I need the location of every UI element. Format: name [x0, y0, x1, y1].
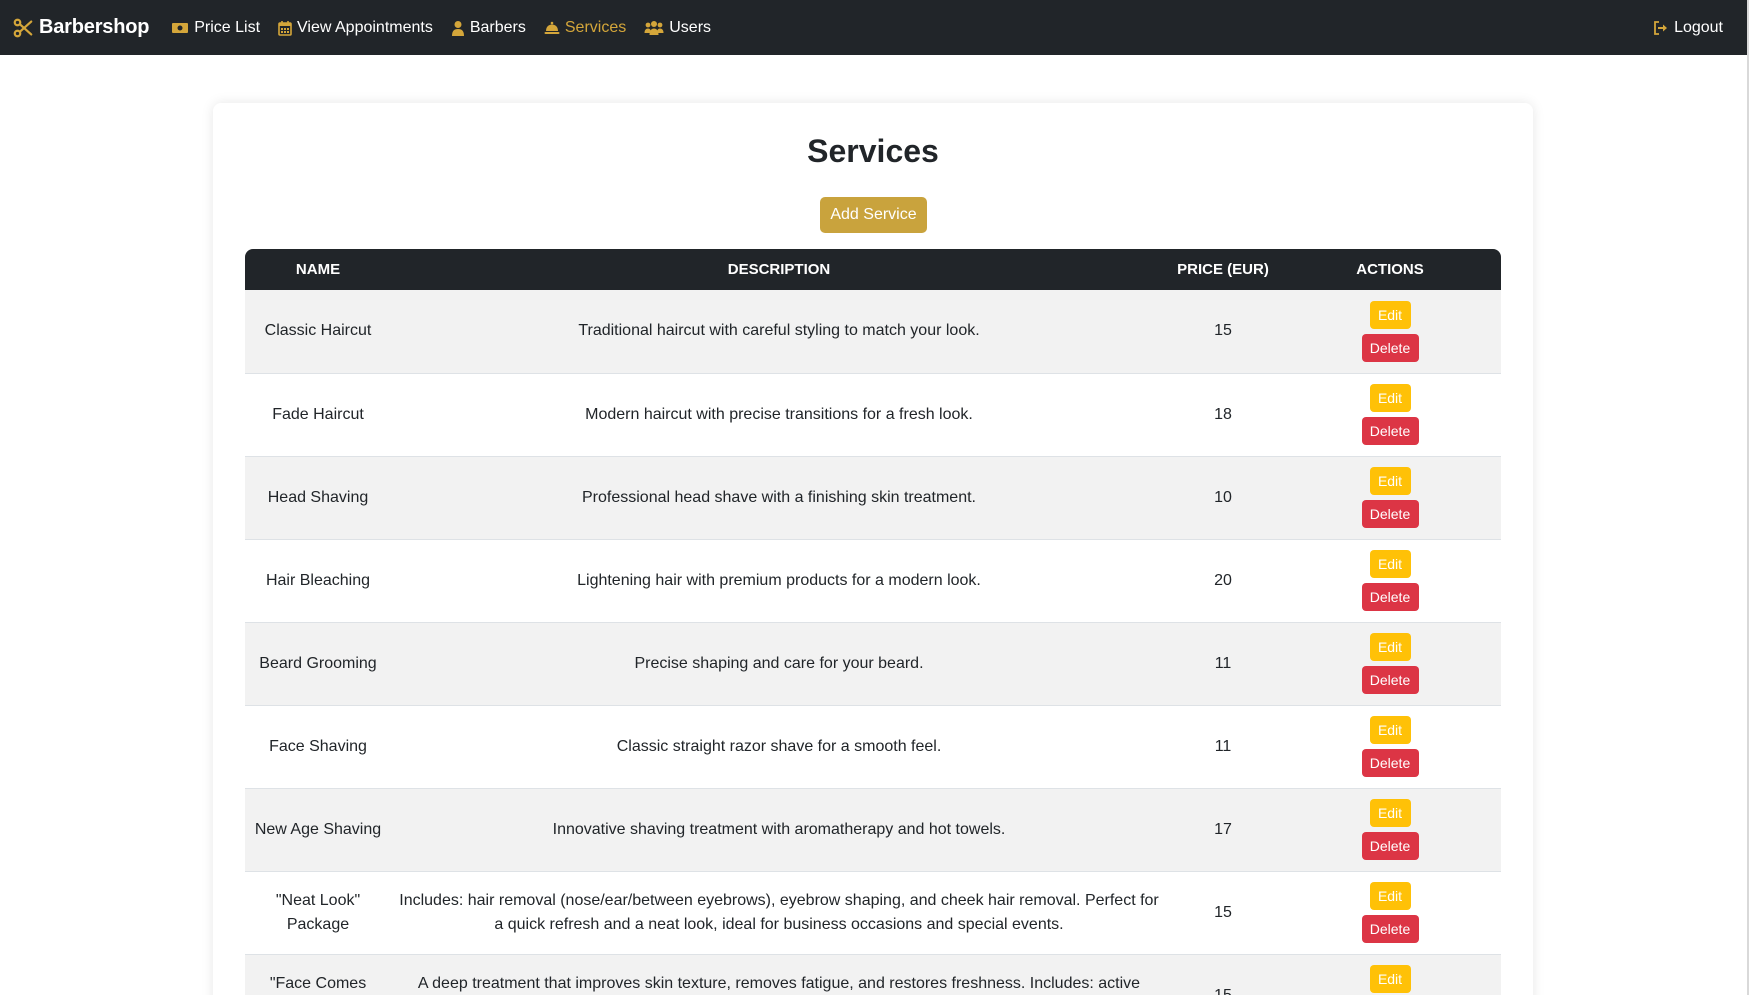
- service-name: Hair Bleaching: [245, 539, 391, 623]
- service-name: "Face Comes First": [245, 954, 391, 995]
- service-name: Classic Haircut: [245, 290, 391, 374]
- add-service-button[interactable]: Add Service: [820, 197, 927, 233]
- row-actions: Edit Delete: [1279, 373, 1501, 457]
- service-price: 10: [1167, 456, 1279, 540]
- user-tie-icon: [451, 20, 464, 36]
- delete-button[interactable]: Delete: [1361, 583, 1419, 611]
- edit-button[interactable]: Edit: [1369, 300, 1411, 329]
- nav-item-label: Services: [564, 18, 627, 36]
- services-card: Services Add Service NAME DESCRIPTION PR…: [213, 103, 1533, 995]
- nav-item-price-list[interactable]: Price List: [171, 19, 260, 37]
- row-actions: Edit Delete: [1279, 954, 1501, 995]
- delete-button[interactable]: Delete: [1361, 333, 1419, 362]
- edit-button[interactable]: Edit: [1369, 716, 1411, 744]
- table-row: Hair Bleaching Lightening hair with prem…: [245, 539, 1501, 623]
- nav-item-label: Price List: [194, 18, 261, 36]
- row-actions: Edit Delete: [1279, 788, 1501, 872]
- brand-name: Barbershop: [39, 16, 150, 38]
- service-name: Beard Grooming: [245, 622, 391, 706]
- service-description: Traditional haircut with careful styling…: [391, 290, 1167, 374]
- service-price: 11: [1167, 705, 1279, 789]
- service-name: Head Shaving: [245, 456, 391, 540]
- edit-button[interactable]: Edit: [1369, 882, 1411, 910]
- table-row: Face Shaving Classic straight razor shav…: [245, 705, 1501, 789]
- nav-item-barbers[interactable]: Barbers: [451, 19, 526, 37]
- row-actions: Edit Delete: [1279, 456, 1501, 540]
- nav-item-label: Users: [669, 18, 712, 36]
- service-name: "Neat Look" Package: [245, 871, 391, 955]
- brand-link[interactable]: Barbershop: [12, 16, 149, 39]
- service-description: Lightening hair with premium products fo…: [391, 539, 1167, 623]
- nav-item-users[interactable]: Users: [644, 19, 711, 37]
- service-description: Professional head shave with a finishing…: [391, 456, 1167, 540]
- service-name: New Age Shaving: [245, 788, 391, 872]
- edit-button[interactable]: Edit: [1369, 467, 1411, 495]
- scissors-icon: [13, 18, 33, 37]
- delete-button[interactable]: Delete: [1361, 832, 1419, 860]
- service-description: Precise shaping and care for your beard.: [391, 622, 1167, 706]
- nav-item-label: View Appointments: [297, 18, 433, 36]
- delete-button[interactable]: Delete: [1361, 749, 1419, 777]
- users-icon: [644, 20, 664, 35]
- service-name: Fade Haircut: [245, 373, 391, 457]
- table-row: "Face Comes First" A deep treatment that…: [245, 954, 1501, 995]
- nav-item-services[interactable]: Services: [544, 19, 626, 37]
- table-row: Beard Grooming Precise shaping and care …: [245, 622, 1501, 706]
- services-table: NAME DESCRIPTION PRICE (EUR) ACTIONS Cla…: [245, 249, 1501, 995]
- table-header: NAME DESCRIPTION PRICE (EUR) ACTIONS: [245, 249, 1501, 290]
- nav-item-view-appointments[interactable]: View Appointments: [278, 19, 433, 37]
- edit-button[interactable]: Edit: [1369, 550, 1411, 578]
- delete-button[interactable]: Delete: [1361, 666, 1419, 694]
- row-actions: Edit Delete: [1279, 871, 1501, 955]
- service-description: Includes: hair removal (nose/ear/between…: [391, 871, 1167, 955]
- row-actions: Edit Delete: [1279, 705, 1501, 789]
- service-description: A deep treatment that improves skin text…: [391, 954, 1167, 995]
- table-body: Classic Haircut Traditional haircut with…: [245, 290, 1501, 995]
- page-title: Services: [807, 133, 939, 169]
- calendar-icon: [278, 20, 292, 36]
- table-row: Fade Haircut Modern haircut with precise…: [245, 373, 1501, 457]
- money-bill-icon: [172, 22, 189, 33]
- row-actions: Edit Delete: [1279, 622, 1501, 706]
- row-actions: Edit Delete: [1279, 539, 1501, 623]
- delete-button[interactable]: Delete: [1361, 500, 1419, 528]
- logout-link[interactable]: Logout: [1653, 19, 1723, 37]
- nav-item-label: Barbers: [469, 18, 526, 36]
- delete-button[interactable]: Delete: [1361, 417, 1419, 445]
- service-price: 17: [1167, 788, 1279, 872]
- column-header-price: PRICE (EUR): [1167, 249, 1279, 290]
- service-name: Face Shaving: [245, 705, 391, 789]
- service-price: 15: [1167, 871, 1279, 955]
- service-price: 15: [1167, 954, 1279, 995]
- logout-icon: [1654, 20, 1668, 35]
- delete-button[interactable]: Delete: [1361, 915, 1419, 943]
- column-header-actions: ACTIONS: [1279, 249, 1501, 290]
- logout-label: Logout: [1674, 18, 1723, 36]
- service-description: Classic straight razor shave for a smoot…: [391, 705, 1167, 789]
- table-row: Classic Haircut Traditional haircut with…: [245, 290, 1501, 374]
- service-price: 18: [1167, 373, 1279, 457]
- service-description: Innovative shaving treatment with aromat…: [391, 788, 1167, 872]
- column-header-description: DESCRIPTION: [391, 249, 1167, 290]
- edit-button[interactable]: Edit: [1369, 799, 1411, 827]
- service-description: Modern haircut with precise transitions …: [391, 373, 1167, 457]
- table-row: "Neat Look" Package Includes: hair remov…: [245, 871, 1501, 955]
- edit-button[interactable]: Edit: [1369, 965, 1411, 993]
- edit-button[interactable]: Edit: [1369, 633, 1411, 661]
- edit-button[interactable]: Edit: [1369, 384, 1411, 412]
- column-header-name: NAME: [245, 249, 391, 290]
- service-price: 11: [1167, 622, 1279, 706]
- table-row: New Age Shaving Innovative shaving treat…: [245, 788, 1501, 872]
- bell-concierge-icon: [544, 21, 560, 34]
- row-actions: Edit Delete: [1279, 290, 1501, 374]
- service-price: 15: [1167, 290, 1279, 374]
- service-price: 20: [1167, 539, 1279, 623]
- table-row: Head Shaving Professional head shave wit…: [245, 456, 1501, 540]
- top-navbar: Barbershop Price List View Appointments …: [0, 0, 1749, 55]
